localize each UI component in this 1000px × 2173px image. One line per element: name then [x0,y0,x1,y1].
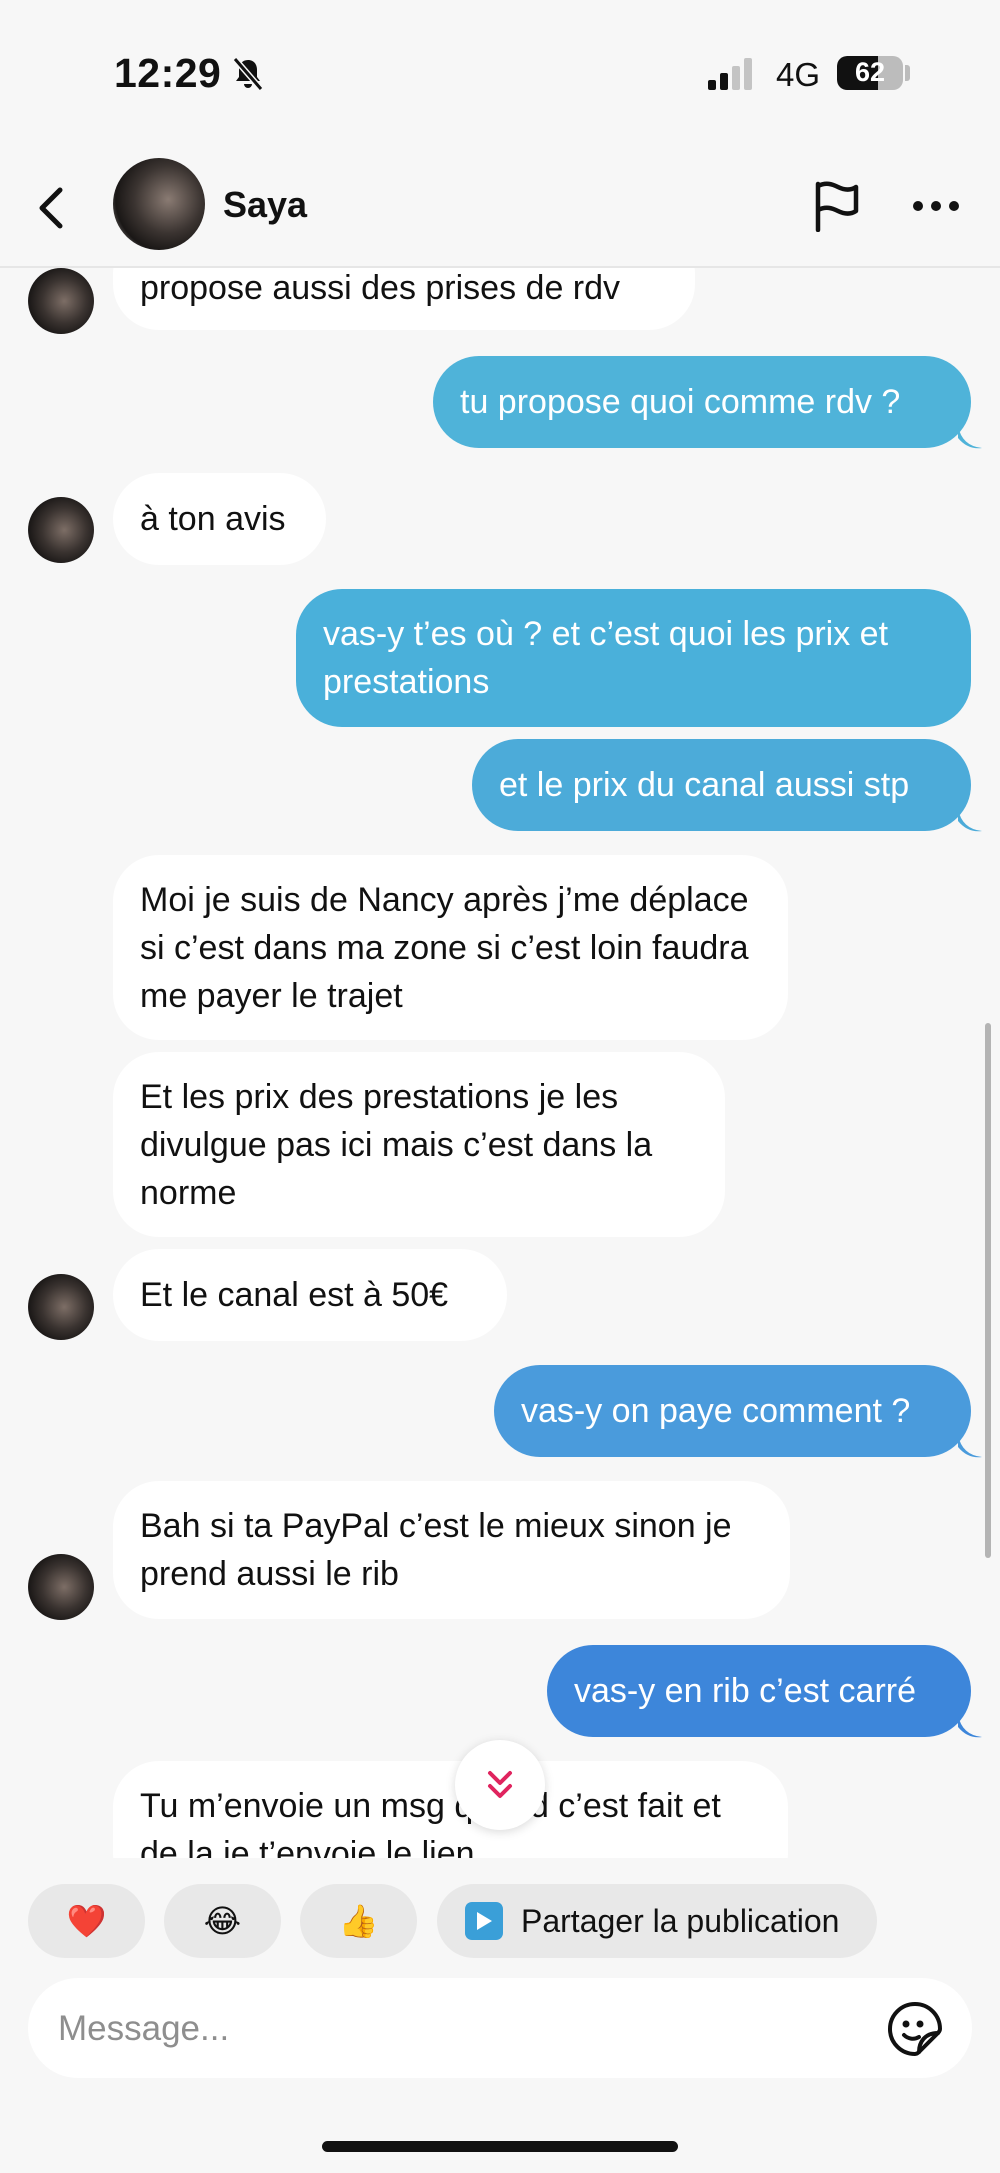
laughing-emoji-icon: 😂 [203,1903,242,1939]
message-text: tu propose quoi comme rdv ? [460,383,901,421]
message-text: vas-y en rib c’est carré [574,1672,916,1710]
signal-icon [708,58,752,90]
double-chevron-down-icon [488,1771,512,1798]
sender-avatar [28,1554,94,1620]
message-bubble-outgoing[interactable]: vas-y on paye comment ? [494,1365,971,1457]
play-icon [465,1902,503,1940]
thumbs-up-emoji-icon: 👍 [338,1903,379,1939]
flag-icon [815,181,859,232]
message-composer [28,1978,972,2080]
message-bubble-incoming[interactable]: Moi je suis de Nancy après j’me déplace … [113,855,788,1040]
sticker-icon[interactable] [886,2000,944,2058]
bubble-tail [958,1715,982,1738]
battery-cap [905,65,910,81]
share-post-label: Partager la publication [521,1902,840,1939]
bubble-tail [958,1435,982,1458]
quick-replies: ❤️ 😂 👍 Partager la publication [0,1884,1000,1958]
message-text: Tu m’envoie un msg quand c’est fait et d… [140,1787,721,1858]
message-bubble-incoming[interactable]: Et les prix des prestations je les divul… [113,1052,725,1237]
message-bubble-incoming[interactable]: Bah si ta PayPal c’est le mieux sinon je… [113,1481,790,1619]
message-bubble-outgoing[interactable]: et le prix du canal aussi stp [472,739,971,831]
contact-name[interactable]: Saya [223,184,307,226]
bubble-tail [958,809,982,832]
home-indicator [322,2141,678,2152]
message-bubble-outgoing[interactable]: tu propose quoi comme rdv ? [433,356,971,448]
contact-avatar[interactable] [113,158,205,250]
message-list[interactable]: propose aussi des prises de rdv tu propo… [0,268,1000,1858]
message-text: à ton avis [140,500,286,538]
message-text: Moi je suis de Nancy après j’me déplace … [140,881,749,1015]
message-text: Bah si ta PayPal c’est le mieux sinon je… [140,1507,732,1593]
more-icon [913,201,959,211]
bubble-tail [958,426,982,449]
thumbs-up-reaction-button[interactable]: 👍 [300,1884,417,1958]
back-icon [39,187,63,229]
message-text: vas-y on paye comment ? [521,1392,911,1430]
message-text: Et les prix des prestations je les divul… [140,1078,653,1212]
message-bubble-incoming[interactable]: Tu m’envoie un msg quand c’est fait et d… [113,1761,788,1858]
scroll-to-bottom-button[interactable] [455,1740,545,1830]
battery-percent: 62 [854,57,886,87]
message-text: Et le canal est à 50€ [140,1276,449,1314]
message-bubble-outgoing[interactable]: vas-y en rib c’est carré [547,1645,971,1737]
scrollbar[interactable] [985,1023,991,1558]
message-bubble-incoming[interactable]: à ton avis [113,473,326,565]
bell-off-icon [232,57,264,91]
heart-reaction-button[interactable]: ❤️ [28,1884,145,1958]
battery-indicator: 62 [837,56,903,90]
chat-header: Saya [0,150,1000,268]
report-button[interactable] [806,176,866,236]
sender-avatar [28,497,94,563]
laugh-reaction-button[interactable]: 😂 [164,1884,281,1958]
sender-avatar [28,1274,94,1340]
more-options-button[interactable] [906,176,966,236]
message-text: et le prix du canal aussi stp [499,766,910,804]
message-input[interactable] [56,1978,840,2080]
network-label: 4G [776,56,821,93]
message-text: vas-y t’es où ? et c’est quoi les prix e… [323,615,889,701]
back-button[interactable] [28,178,74,238]
message-bubble-incoming[interactable]: propose aussi des prises de rdv [113,268,695,330]
message-bubble-incoming[interactable]: Et le canal est à 50€ [113,1249,507,1341]
status-time: 12:29 [114,50,222,96]
status-bar: 12:29 4G 62 [0,0,1000,150]
heart-emoji-icon: ❤️ [66,1903,107,1939]
message-bubble-outgoing[interactable]: vas-y t’es où ? et c’est quoi les prix e… [296,589,971,727]
sender-avatar [28,268,94,334]
message-text: propose aussi des prises de rdv [140,269,621,307]
share-post-button[interactable]: Partager la publication [437,1884,877,1958]
